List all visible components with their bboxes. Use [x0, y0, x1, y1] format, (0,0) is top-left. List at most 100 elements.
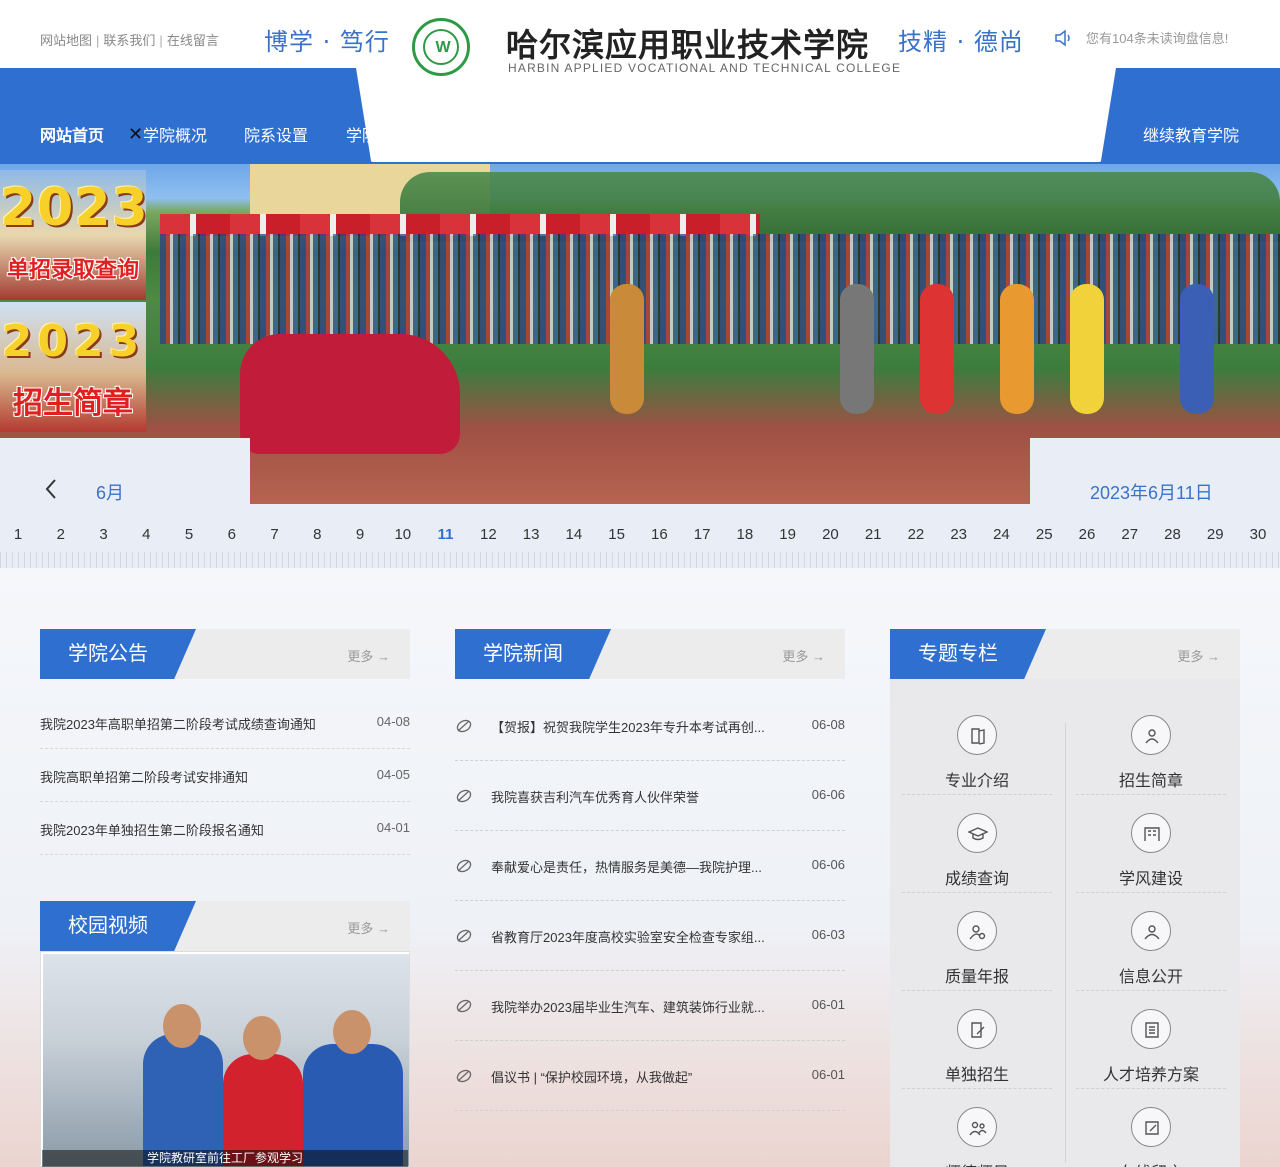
day-item[interactable]: 23: [944, 526, 974, 543]
day-item[interactable]: 5: [174, 526, 204, 543]
message-link[interactable]: 在线留言: [167, 33, 219, 48]
nav-item-employment[interactable]: 就业网: [752, 122, 800, 146]
tents-shape: [160, 214, 760, 236]
mascot-shape: [840, 284, 874, 414]
leaf-icon: [456, 1069, 472, 1083]
day-item[interactable]: 28: [1157, 526, 1187, 543]
building-icon: [1131, 813, 1171, 853]
news-title: 我院举办2023届毕业生汽车、建筑装饰行业就...: [491, 1000, 765, 1015]
news-item[interactable]: 奉献爱心是责任，热情服务是美德—我院护理... 06-06: [455, 831, 845, 901]
list-item[interactable]: 我院2023年高职单招第二阶段考试成绩查询通知 04-08: [40, 696, 410, 749]
news-item[interactable]: 省教育厅2023年度高校实验室安全检查专家组... 06-03: [455, 901, 845, 971]
day-item[interactable]: 30: [1243, 526, 1273, 543]
day-item[interactable]: 19: [773, 526, 803, 543]
announcements-header: 学院公告 更多 →: [40, 629, 410, 679]
nav-item-home[interactable]: 网站首页: [40, 122, 104, 146]
nav-item-overview[interactable]: 学院概况: [143, 122, 207, 146]
nav-item-photos[interactable]: 校园图片: [940, 122, 1004, 146]
nav-item-news[interactable]: 学院新闻: [346, 122, 410, 146]
leaf-icon: [456, 789, 472, 803]
contact-link[interactable]: 联系我们: [103, 33, 155, 48]
item-title: 我院2023年高职单招第二阶段考试成绩查询通知: [40, 717, 316, 732]
promo-admission-guide[interactable]: 2023 招生简章: [0, 302, 146, 432]
day-item[interactable]: 20: [815, 526, 845, 543]
day-item[interactable]: 16: [644, 526, 674, 543]
promo-label: 单招录取查询: [6, 257, 139, 282]
day-item[interactable]: 15: [602, 526, 632, 543]
day-item[interactable]: 1: [3, 526, 33, 543]
calendar-full-date: 2023年6月11日: [1090, 483, 1213, 503]
mascot-shape: [1070, 284, 1104, 414]
topic-item[interactable]: 招生简章: [1076, 705, 1226, 795]
day-item[interactable]: 29: [1200, 526, 1230, 543]
video-caption: 学院教研室前往工厂参观学习: [42, 1150, 408, 1167]
news-item[interactable]: 倡议书 | “保护校园环境，从我做起” 06-01: [455, 1041, 845, 1111]
nav-item-departments[interactable]: 院系设置: [244, 122, 308, 146]
close-icon[interactable]: ✕: [128, 124, 143, 145]
topic-item[interactable]: 成绩查询: [902, 803, 1052, 893]
unread-notice[interactable]: 您有104条未读询盘信息!: [1054, 28, 1228, 47]
leaf-icon: [456, 859, 472, 873]
user-doc-icon: [1131, 715, 1171, 755]
calendar-month: 6月: [96, 483, 125, 503]
topic-item[interactable]: 人才培养方案: [1076, 999, 1226, 1089]
topic-item[interactable]: 师德师风: [902, 1097, 1052, 1167]
motto-right: 技精 · 德尚: [898, 28, 1024, 56]
college-name[interactable]: 哈尔滨应用职业技术学院: [506, 20, 869, 66]
day-item[interactable]: 21: [858, 526, 888, 543]
news-list: 【贺报】祝贺我院学生2023年专升本考试再创... 06-08 我院喜获吉利汽车优秀…: [455, 691, 845, 1111]
more-link[interactable]: 更多 →: [1177, 646, 1220, 665]
news-item[interactable]: 我院举办2023届毕业生汽车、建筑装饰行业就... 06-01: [455, 971, 845, 1041]
news-item[interactable]: 我院喜获吉利汽车优秀育人伙伴荣誉 06-06: [455, 761, 845, 831]
more-link[interactable]: 更多 →: [347, 918, 390, 937]
day-item[interactable]: 13: [516, 526, 546, 543]
day-item[interactable]: 4: [131, 526, 161, 543]
day-item[interactable]: 18: [730, 526, 760, 543]
speaker-icon: [1055, 28, 1070, 47]
topic-item[interactable]: 学风建设: [1076, 803, 1226, 893]
day-item[interactable]: 14: [559, 526, 589, 543]
mascot-shape: [1180, 284, 1214, 414]
day-item[interactable]: 6: [217, 526, 247, 543]
day-item[interactable]: 25: [1029, 526, 1059, 543]
topic-item[interactable]: 单独招生: [902, 999, 1052, 1089]
topic-item[interactable]: 专业介绍: [902, 705, 1052, 795]
more-link[interactable]: 更多 →: [347, 646, 390, 665]
topics-grid: 专业介绍 招生简章成绩查询 学风建设质量年报 信息公开单独招生 人才培养方案师德师风 在线…: [890, 679, 1240, 1167]
day-item[interactable]: 26: [1072, 526, 1102, 543]
topic-label: 专业介绍: [944, 773, 1009, 790]
video-thumbnail[interactable]: [40, 951, 410, 1167]
nav-item-aid[interactable]: 资助中心: [1041, 122, 1105, 146]
news-header: 学院新闻 更多 →: [455, 629, 845, 679]
nav-item-continuing-ed[interactable]: 继续教育学院: [1143, 122, 1239, 146]
nav-item-teaching[interactable]: 教育教学: [533, 122, 597, 146]
day-item[interactable]: 22: [901, 526, 931, 543]
day-item[interactable]: 10: [388, 526, 418, 543]
day-item[interactable]: 2: [46, 526, 76, 543]
list-item[interactable]: 我院高职单招第二阶段考试安排通知 04-05: [40, 749, 410, 802]
list-item[interactable]: 我院2023年单独招生第二阶段报名通知 04-01: [40, 802, 410, 855]
day-item[interactable]: 27: [1115, 526, 1145, 543]
day-item[interactable]: 11: [431, 526, 461, 543]
day-item[interactable]: 24: [986, 526, 1016, 543]
topic-item[interactable]: 质量年报: [902, 901, 1052, 991]
news-item[interactable]: 【贺报】祝贺我院学生2023年专升本考试再创... 06-08: [455, 691, 845, 761]
message-edit-icon: [1131, 1107, 1171, 1147]
day-item[interactable]: 7: [260, 526, 290, 543]
chevron-left-icon[interactable]: [44, 478, 58, 506]
day-item[interactable]: 12: [473, 526, 503, 543]
nav-item-student-affairs[interactable]: 学生工作处: [635, 122, 715, 146]
topic-item[interactable]: 信息公开: [1076, 901, 1226, 991]
more-link[interactable]: 更多 →: [782, 646, 825, 665]
topic-item[interactable]: 在线留言: [1076, 1097, 1226, 1167]
day-item[interactable]: 9: [345, 526, 375, 543]
day-item[interactable]: 8: [302, 526, 332, 543]
promo-admission-query[interactable]: 2023 单招录取查询: [0, 170, 146, 300]
day-item[interactable]: 17: [687, 526, 717, 543]
site-map-link[interactable]: 网站地图: [40, 33, 92, 48]
nav-item-admissions[interactable]: 招生网: [447, 122, 495, 146]
mascot-shape: [1000, 284, 1034, 414]
college-emblem[interactable]: W: [412, 18, 470, 76]
day-item[interactable]: 3: [89, 526, 119, 543]
nav-item-party[interactable]: 党群工作: [838, 122, 902, 146]
